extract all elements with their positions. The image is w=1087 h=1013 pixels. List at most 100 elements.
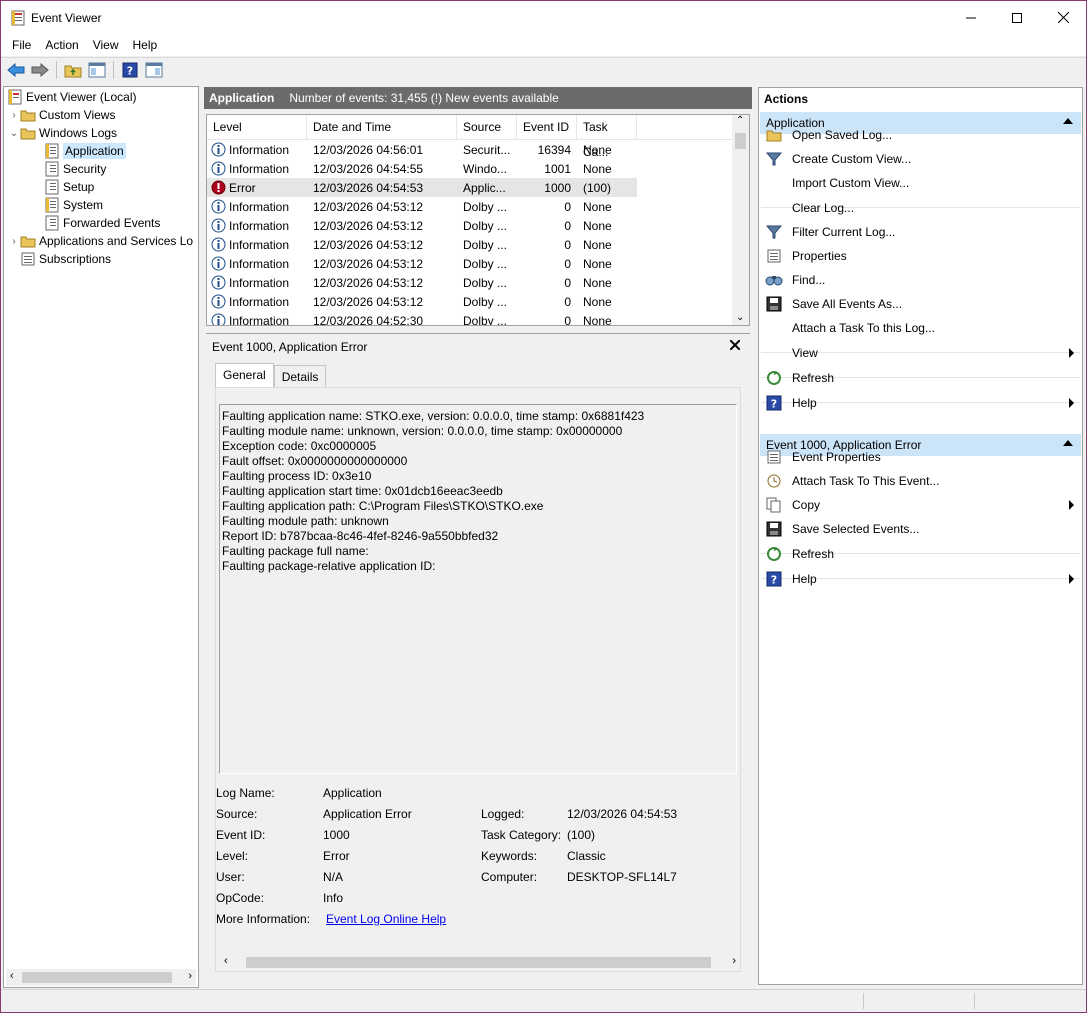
expand-chevron-icon[interactable]: ›	[8, 110, 20, 121]
scroll-up-icon[interactable]: ⌃	[736, 115, 744, 126]
cell-date: 12/03/2026 04:53:12	[313, 237, 424, 252]
scroll-left-icon[interactable]: ‹	[10, 970, 14, 982]
action-filter-current-log[interactable]: Filter Current Log...	[761, 220, 1080, 244]
event-description[interactable]: Faulting application name: STKO.exe, ver…	[219, 404, 737, 774]
expand-chevron-icon[interactable]: ›	[8, 236, 20, 247]
action-attach-task-to-log[interactable]: Attach a Task To this Log...	[761, 316, 1080, 340]
show-hide-tree-button[interactable]	[86, 59, 108, 81]
back-button[interactable]	[5, 59, 27, 81]
table-row[interactable]: Information 12/03/2026 04:54:55 Windo... 10…	[207, 159, 637, 178]
tree-item-subscriptions[interactable]: Subscriptions	[20, 250, 111, 268]
tree-item-root[interactable]: Event Viewer (Local)	[7, 88, 137, 106]
scroll-right-icon[interactable]: ›	[732, 955, 736, 967]
table-row[interactable]: Information 12/03/2026 04:53:12 Dolby ... 0…	[207, 273, 637, 292]
action-refresh[interactable]: Refresh	[761, 366, 1080, 390]
collapse-chevron-icon[interactable]: ⌄	[8, 128, 20, 139]
table-row[interactable]: Error 12/03/2026 04:54:53 Applic... 1000 (10…	[207, 178, 637, 197]
action-help-event[interactable]: ? Help	[761, 567, 1080, 591]
scroll-down-icon[interactable]: ⌄	[736, 312, 744, 323]
column-header-event-id[interactable]: Event ID	[517, 115, 577, 140]
up-folder-button[interactable]	[62, 59, 84, 81]
help-icon: ?	[765, 570, 783, 588]
tree-label: Subscriptions	[39, 252, 112, 266]
cell-level: Information	[229, 218, 290, 233]
action-find[interactable]: Find...	[761, 268, 1080, 292]
log-name: Application	[209, 91, 275, 105]
action-attach-task-to-event[interactable]: Attach Task To This Event...	[761, 469, 1080, 493]
scrollbar-thumb[interactable]	[22, 972, 172, 983]
scroll-right-icon[interactable]: ›	[188, 970, 192, 982]
action-label: View	[792, 346, 818, 360]
scroll-left-icon[interactable]: ‹	[224, 955, 228, 967]
actions-pane: Actions Application Open Saved Log... Cre…	[758, 87, 1083, 985]
tree-horizontal-scrollbar[interactable]: ‹ ›	[6, 969, 196, 986]
minimize-button[interactable]	[948, 1, 994, 34]
action-label: Save Selected Events...	[792, 522, 920, 536]
cell-date: 12/03/2026 04:53:12	[313, 275, 424, 290]
table-row[interactable]: Information 12/03/2026 04:53:12 Dolby ... 0…	[207, 292, 637, 311]
prop-value-user: N/A	[323, 870, 344, 884]
show-action-pane-button[interactable]	[143, 59, 165, 81]
close-icon	[1057, 12, 1069, 23]
tab-general[interactable]: General	[215, 363, 274, 387]
menu-file[interactable]: File	[5, 38, 38, 52]
event-viewer-icon	[7, 89, 23, 105]
forward-arrow-icon	[31, 63, 49, 77]
menu-help[interactable]: Help	[126, 38, 165, 52]
action-clear-log[interactable]: Clear Log...	[761, 196, 1080, 220]
status-divider	[974, 993, 975, 1009]
table-row[interactable]: Information 12/03/2026 04:53:12 Dolby ... 0…	[207, 254, 637, 273]
scrollbar-thumb[interactable]	[246, 957, 711, 968]
detail-horizontal-scrollbar[interactable]: ‹ ›	[220, 954, 740, 971]
tree-item-windows-logs[interactable]: ⌄ Windows Logs	[8, 124, 117, 142]
action-properties[interactable]: Properties	[761, 244, 1080, 268]
action-import-custom-view[interactable]: Import Custom View...	[761, 171, 1080, 195]
action-event-properties[interactable]: Event Properties	[761, 445, 1080, 469]
table-row[interactable]: Information 12/03/2026 04:53:12 Dolby ... 0…	[207, 197, 637, 216]
event-list-vertical-scrollbar[interactable]: ⌃ ⌄	[732, 115, 749, 325]
detail-tabs: General Details	[215, 363, 327, 387]
tree-item-security[interactable]: Security	[44, 160, 106, 178]
toolbar-separator	[56, 61, 57, 79]
table-row[interactable]: Information 12/03/2026 04:56:01 Securit...…	[207, 140, 637, 159]
action-label: Attach a Task To this Log...	[792, 321, 935, 335]
close-button[interactable]	[1040, 1, 1086, 34]
submenu-arrow-icon	[1069, 500, 1074, 510]
table-row[interactable]: Information 12/03/2026 04:53:12 Dolby ... 0…	[207, 235, 637, 254]
tree-item-application[interactable]: Application	[44, 142, 126, 160]
menu-action[interactable]: Action	[38, 38, 85, 52]
cell-task-category: None	[583, 142, 612, 157]
action-help[interactable]: ? Help	[761, 391, 1080, 415]
table-row[interactable]: Information 12/03/2026 04:53:12 Dolby ... 0…	[207, 216, 637, 235]
tab-details[interactable]: Details	[273, 365, 327, 387]
scrollbar-thumb[interactable]	[735, 133, 746, 149]
column-header-source[interactable]: Source	[457, 115, 517, 140]
action-refresh-event[interactable]: Refresh	[761, 542, 1080, 566]
menu-view[interactable]: View	[86, 38, 126, 52]
action-copy[interactable]: Copy	[761, 493, 1080, 517]
tree-item-system[interactable]: System	[44, 196, 103, 214]
column-header-date[interactable]: Date and Time	[307, 115, 457, 140]
column-header-level[interactable]: Level	[207, 115, 307, 140]
tree-label: Windows Logs	[39, 126, 118, 140]
action-open-saved-log[interactable]: Open Saved Log...	[761, 123, 1080, 147]
folder-icon	[20, 107, 36, 123]
forward-button[interactable]	[29, 59, 51, 81]
tree-item-setup[interactable]: Setup	[44, 178, 94, 196]
detail-close-button[interactable]	[729, 337, 741, 354]
action-view[interactable]: View	[761, 341, 1080, 365]
column-header-task-category[interactable]: Task Ca...	[577, 115, 637, 159]
action-save-all-events-as[interactable]: Save All Events As...	[761, 292, 1080, 316]
tree-item-custom-views[interactable]: › Custom Views	[8, 106, 115, 124]
prop-value-level: Error	[323, 849, 350, 863]
tree-item-forwarded-events[interactable]: Forwarded Events	[44, 214, 160, 232]
table-row[interactable]: Information 12/03/2026 04:52:30 Dolby ... 0…	[207, 311, 637, 325]
event-log-online-help-link[interactable]: Event Log Online Help	[326, 912, 446, 928]
action-create-custom-view[interactable]: Create Custom View...	[761, 147, 1080, 171]
help-button[interactable]: ?	[119, 59, 141, 81]
cell-event-id: 0	[564, 199, 571, 214]
tree-item-applications-and-services[interactable]: › Applications and Services Lo	[8, 232, 193, 250]
maximize-button[interactable]	[994, 1, 1040, 34]
prop-label: Log Name:	[216, 786, 275, 800]
action-save-selected-events[interactable]: Save Selected Events...	[761, 517, 1080, 541]
